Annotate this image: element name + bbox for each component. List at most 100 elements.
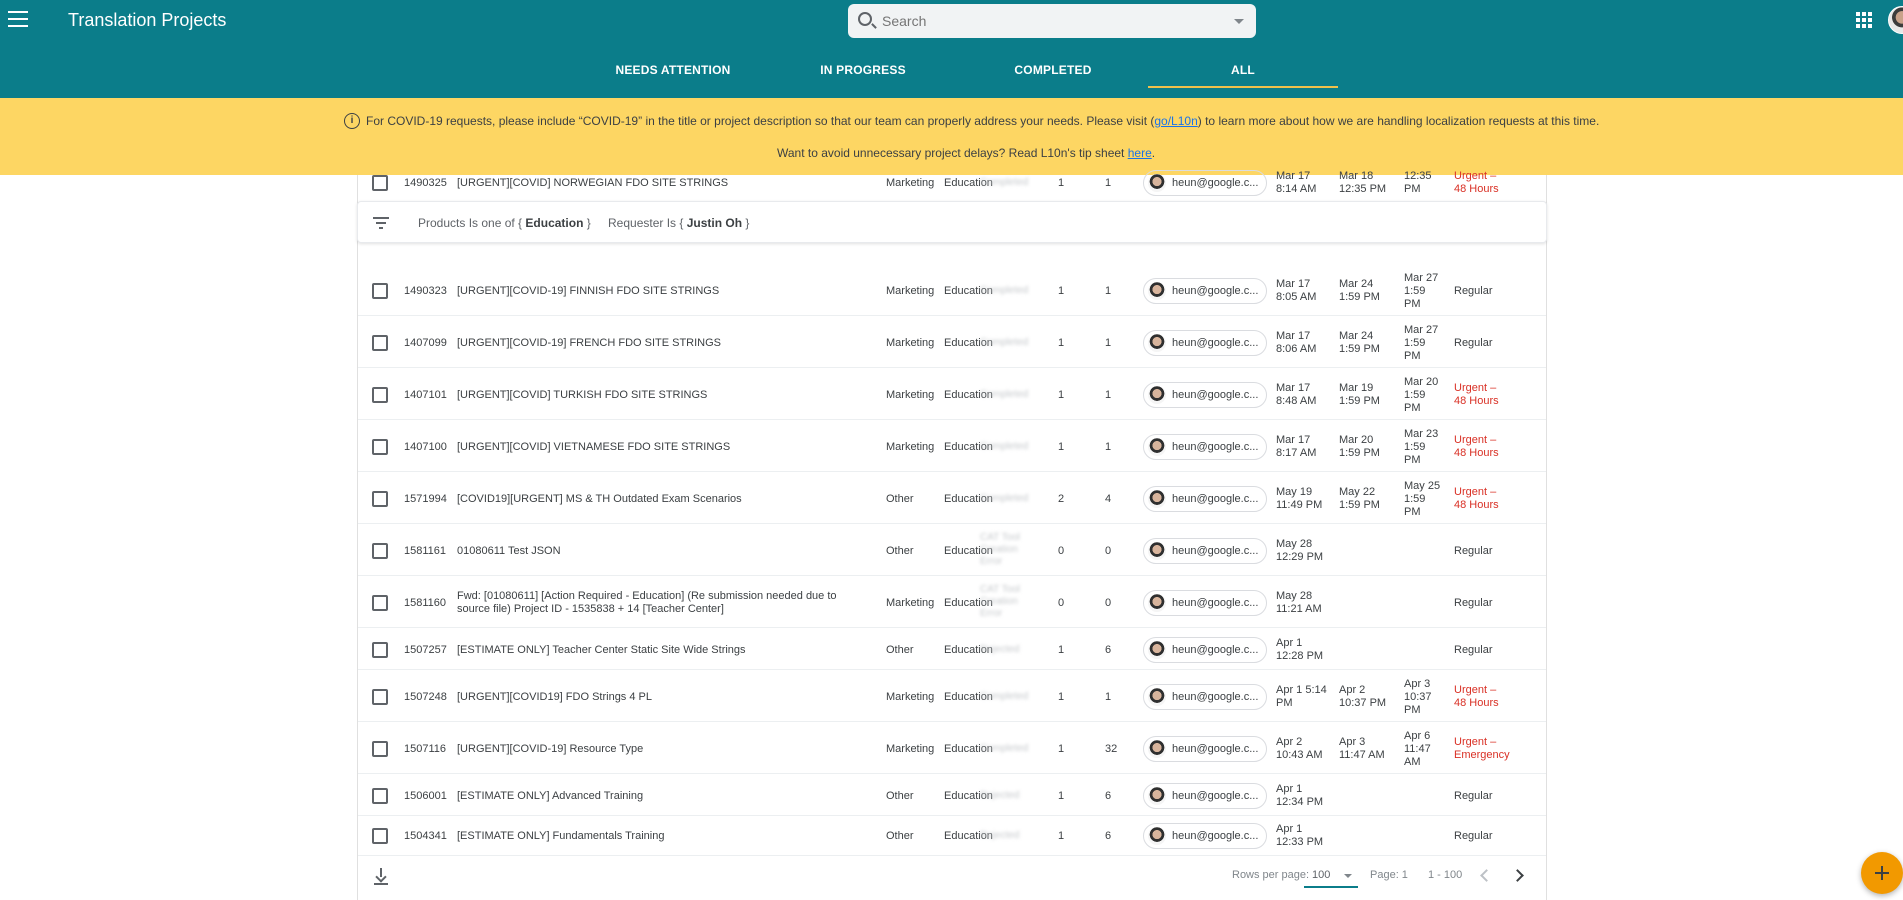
requester-chip[interactable]: heun@google.c... xyxy=(1143,637,1267,663)
requester-chip[interactable]: heun@google.c... xyxy=(1143,590,1267,616)
account-avatar[interactable] xyxy=(1888,6,1903,34)
project-type: Marketing xyxy=(886,176,935,189)
rows-per-page-select[interactable]: 100 xyxy=(1304,864,1358,888)
table-row[interactable]: 1571994 [COVID19][URGENT] MS & TH Outdate… xyxy=(358,474,1546,524)
target-count: 4 xyxy=(1105,492,1112,505)
project-title[interactable]: [URGENT][COVID-19] FINNISH FDO SITE STRI… xyxy=(457,285,849,298)
requester-chip[interactable]: heun@google.c... xyxy=(1143,434,1267,460)
table-row[interactable]: 1407099 [URGENT][COVID-19] FRENCH FDO SIT… xyxy=(358,318,1546,368)
table-row[interactable]: 1507248 [URGENT][COVID19] FDO Strings 4 P… xyxy=(358,672,1546,722)
project-title[interactable]: [ESTIMATE ONLY] Teacher Center Static Si… xyxy=(457,644,849,657)
delivery-date: Mar 27 1:59 PM xyxy=(1404,323,1439,362)
source-count: 1 xyxy=(1058,829,1065,842)
row-checkbox[interactable] xyxy=(372,335,388,351)
row-checkbox[interactable] xyxy=(372,387,388,403)
requester-chip[interactable]: heun@google.c... xyxy=(1143,823,1267,849)
priority-label: Urgent – 48 Hours xyxy=(1454,382,1499,407)
row-checkbox[interactable] xyxy=(372,595,388,611)
banner-link-l10n[interactable]: go/L10n xyxy=(1154,114,1197,128)
row-checkbox[interactable] xyxy=(372,543,388,559)
requester-email: heun@google.c... xyxy=(1172,285,1259,297)
search-input[interactable] xyxy=(882,11,1222,31)
banner-link-tip-sheet[interactable]: here xyxy=(1128,146,1152,160)
row-checkbox[interactable] xyxy=(372,283,388,299)
project-title[interactable]: Fwd: [01080611] [Action Required - Educa… xyxy=(457,590,849,616)
filter-icon[interactable] xyxy=(373,217,389,229)
filter-products-value: Education xyxy=(525,216,584,230)
delivery-date: May 25 1:59 PM xyxy=(1404,479,1441,518)
project-title[interactable]: [URGENT][COVID] VIETNAMESE FDO SITE STRI… xyxy=(457,441,849,454)
download-icon[interactable] xyxy=(374,868,388,884)
delivery-date: 12:35 PM xyxy=(1404,170,1432,195)
table-row[interactable]: 1507116 [URGENT][COVID-19] Resource Type M… xyxy=(358,724,1546,774)
tab-completed[interactable]: COMPLETED xyxy=(958,50,1148,88)
project-status: Completed xyxy=(980,176,1029,188)
project-title[interactable]: [URGENT][COVID-19] Resource Type xyxy=(457,743,849,756)
table-row[interactable]: 1490325 [URGENT][COVID] NORWEGIAN FDO SIT… xyxy=(358,163,1546,203)
tab-needs-attention[interactable]: NEEDS ATTENTION xyxy=(578,50,768,88)
filter-chip-requester[interactable]: Requester Is { Justin Oh } xyxy=(608,216,749,230)
project-title[interactable]: [URGENT][COVID-19] FRENCH FDO SITE STRIN… xyxy=(457,337,849,350)
project-title[interactable]: [ESTIMATE ONLY] Fundamentals Training xyxy=(457,830,849,843)
avatar xyxy=(1148,438,1166,456)
row-checkbox[interactable] xyxy=(372,828,388,844)
project-title[interactable]: [COVID19][URGENT] MS & TH Outdated Exam … xyxy=(457,493,849,506)
requester-chip[interactable]: heun@google.c... xyxy=(1143,736,1267,762)
row-checkbox[interactable] xyxy=(372,175,388,191)
menu-icon[interactable] xyxy=(6,6,30,30)
project-title[interactable]: [URGENT][COVID] TURKISH FDO SITE STRINGS xyxy=(457,389,849,402)
project-status: Completed xyxy=(980,388,1029,400)
table-row[interactable]: 1506001 [ESTIMATE ONLY] Advanced Training… xyxy=(358,776,1546,816)
previous-page-icon[interactable] xyxy=(1478,868,1492,882)
avatar xyxy=(1148,740,1166,758)
next-page-icon[interactable] xyxy=(1512,868,1526,882)
priority-label: Regular xyxy=(1454,829,1493,842)
requester-chip[interactable]: heun@google.c... xyxy=(1143,278,1267,304)
priority-label: Urgent – 48 Hours xyxy=(1454,684,1499,709)
project-status: Completed xyxy=(980,440,1029,452)
table-row[interactable]: 1504341 [ESTIMATE ONLY] Fundamentals Trai… xyxy=(358,816,1546,856)
avatar xyxy=(1148,787,1166,805)
table-row[interactable]: 1581161 01080611 Test JSON Other Education C… xyxy=(358,526,1546,576)
avatar xyxy=(1148,594,1166,612)
requester-chip[interactable]: heun@google.c... xyxy=(1143,538,1267,564)
project-title[interactable]: [ESTIMATE ONLY] Advanced Training xyxy=(457,790,849,803)
row-checkbox[interactable] xyxy=(372,439,388,455)
tab-all[interactable]: ALL xyxy=(1148,50,1338,88)
row-checkbox[interactable] xyxy=(372,788,388,804)
table-row[interactable]: 1407101 [URGENT][COVID] TURKISH FDO SITE … xyxy=(358,370,1546,420)
row-checkbox[interactable] xyxy=(372,642,388,658)
delivery-date: Apr 3 10:37 PM xyxy=(1404,677,1432,716)
table-row[interactable]: 1581160 Fwd: [01080611] [Action Required … xyxy=(358,578,1546,628)
source-count: 2 xyxy=(1058,492,1065,505)
target-count: 6 xyxy=(1105,643,1112,656)
project-title[interactable]: [URGENT][COVID19] FDO Strings 4 PL xyxy=(457,691,849,704)
add-project-button[interactable] xyxy=(1861,852,1903,894)
source-count: 1 xyxy=(1058,742,1065,755)
project-type: Marketing xyxy=(886,596,935,609)
requester-email: heun@google.c... xyxy=(1172,337,1259,349)
project-title[interactable]: 01080611 Test JSON xyxy=(457,545,849,558)
search-box[interactable] xyxy=(848,4,1256,38)
project-status: Rejected xyxy=(980,829,1020,841)
table-row[interactable]: 1490323 [URGENT][COVID-19] FINNISH FDO SI… xyxy=(358,266,1546,316)
tab-in-progress[interactable]: IN PROGRESS xyxy=(768,50,958,88)
row-checkbox[interactable] xyxy=(372,689,388,705)
requester-chip[interactable]: heun@google.c... xyxy=(1143,382,1267,408)
source-count: 0 xyxy=(1058,596,1065,609)
row-checkbox[interactable] xyxy=(372,741,388,757)
table-row[interactable]: 1507257 [ESTIMATE ONLY] Teacher Center St… xyxy=(358,630,1546,670)
requester-chip[interactable]: heun@google.c... xyxy=(1143,330,1267,356)
requester-chip[interactable]: heun@google.c... xyxy=(1143,170,1267,196)
filter-chip-products[interactable]: Products Is one of { Education } xyxy=(418,216,591,230)
row-checkbox[interactable] xyxy=(372,491,388,507)
table-row[interactable]: 1407100 [URGENT][COVID] VIETNAMESE FDO SI… xyxy=(358,422,1546,472)
requester-chip[interactable]: heun@google.c... xyxy=(1143,684,1267,710)
project-type: Other xyxy=(886,492,914,505)
target-count: 1 xyxy=(1105,690,1112,703)
project-title[interactable]: [URGENT][COVID] NORWEGIAN FDO SITE STRIN… xyxy=(457,177,849,190)
requester-chip[interactable]: heun@google.c... xyxy=(1143,486,1267,512)
apps-grid-icon[interactable] xyxy=(1856,12,1872,28)
search-options-icon[interactable] xyxy=(1234,19,1244,24)
requester-chip[interactable]: heun@google.c... xyxy=(1143,783,1267,809)
